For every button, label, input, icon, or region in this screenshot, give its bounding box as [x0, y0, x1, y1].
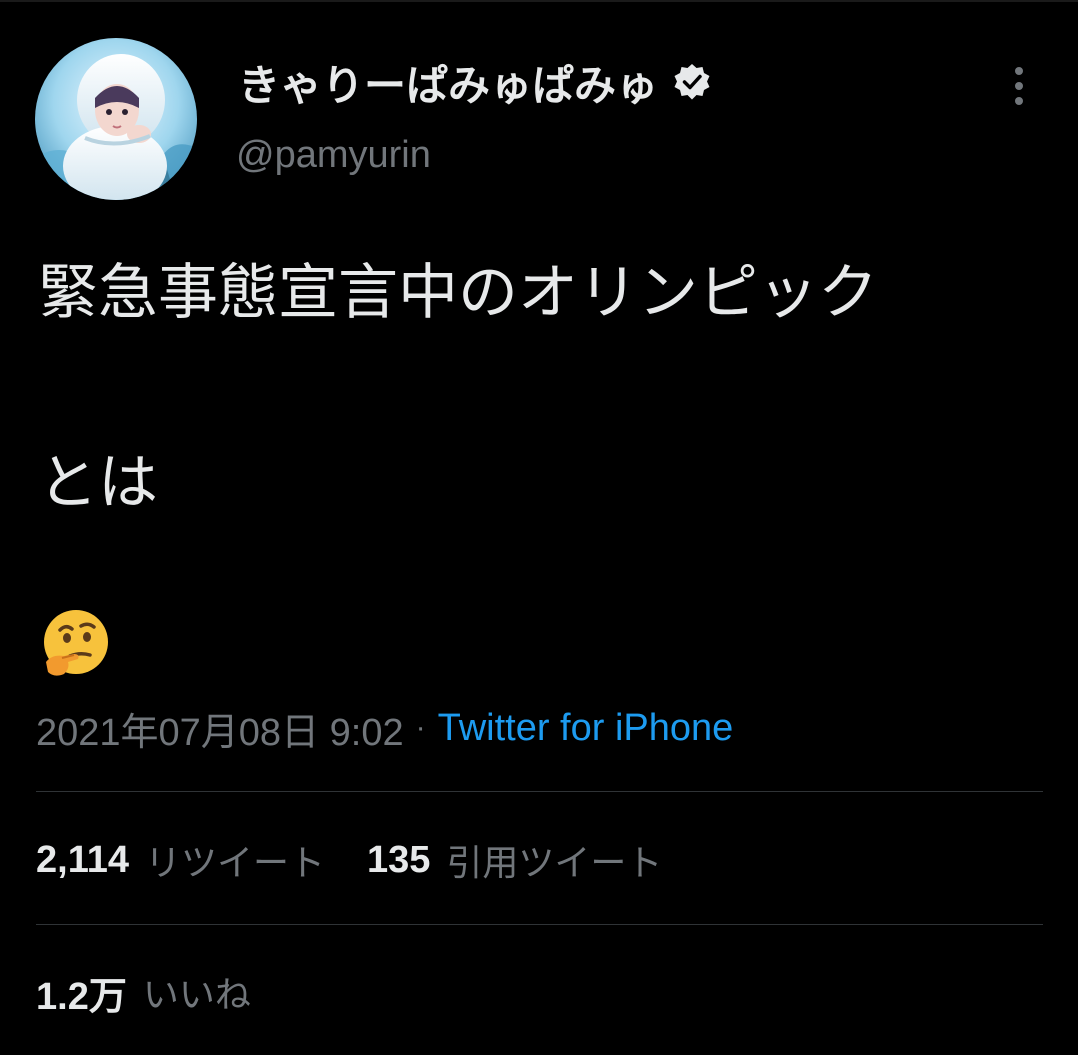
meta-separator: · [415, 711, 426, 744]
user-handle[interactable]: @pamyurin [236, 134, 431, 177]
likes-stat[interactable]: 1.2万 いいね [36, 964, 251, 1020]
more-options-icon[interactable] [998, 62, 1040, 110]
verified-badge-icon [672, 62, 712, 102]
top-edge [0, 0, 1078, 2]
retweets-stat[interactable]: 2,114 リツイート [36, 834, 325, 886]
avatar-image [35, 38, 197, 200]
timestamp[interactable]: 2021年07月08日 9:02 [36, 701, 404, 756]
divider [36, 924, 1043, 925]
divider [36, 791, 1043, 792]
more-dot [1015, 82, 1023, 90]
likes-label: いいね [142, 975, 251, 1016]
source-link[interactable]: Twitter for iPhone [438, 707, 734, 750]
display-name: きゃりーぱみゅぱみゅ [238, 60, 659, 110]
avatar[interactable] [35, 38, 197, 200]
quote-tweets-stat[interactable]: 135 引用ツイート [367, 834, 662, 886]
tweet-meta: 2021年07月08日 9:02 · Twitter for iPhone [36, 700, 733, 756]
engagement-stats: 2,114 リツイート 135 引用ツイート [36, 832, 704, 888]
quote-tweets-count: 135 [367, 838, 431, 881]
retweets-label: リツイート [145, 843, 326, 884]
tweet-text-line: 緊急事態宣言中のオリンピック [38, 258, 878, 328]
more-dot [1015, 67, 1023, 75]
display-name-row[interactable]: きゃりーぱみゅぱみゅ [238, 52, 712, 112]
retweets-count: 2,114 [36, 838, 129, 881]
thinking-face-emoji-icon [40, 608, 112, 680]
quote-tweets-label: 引用ツイート [446, 843, 663, 884]
more-dot [1015, 97, 1023, 105]
tweet-text-line: とは [38, 448, 158, 518]
likes-count: 1.2万 [36, 975, 127, 1018]
